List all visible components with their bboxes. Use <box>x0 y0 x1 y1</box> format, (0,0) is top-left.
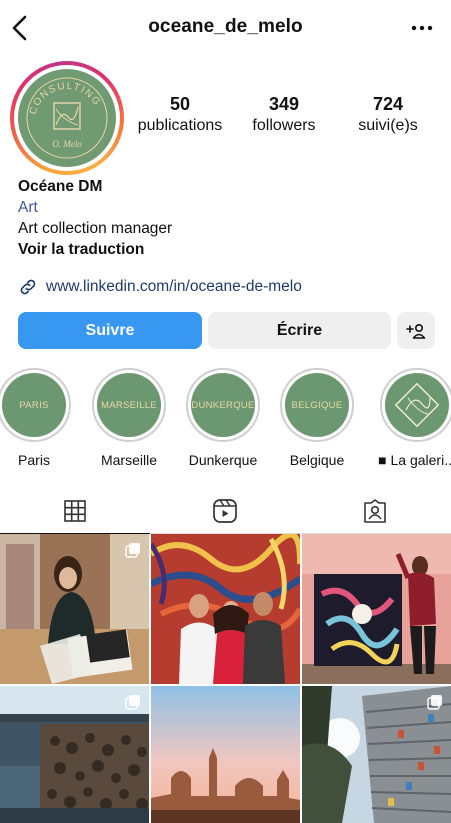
message-button[interactable]: Écrire <box>208 312 391 349</box>
post-thumbnail[interactable] <box>302 534 451 684</box>
profile-tabs <box>0 488 451 534</box>
post-thumbnail[interactable] <box>0 534 149 684</box>
stat-following[interactable]: 724 suivi(e)s <box>348 94 428 135</box>
see-translation-link[interactable]: Voir la traduction <box>18 239 172 260</box>
highlight-label: Belgique <box>289 452 345 468</box>
highlight-cover <box>385 373 449 437</box>
stat-followers-count: 349 <box>268 94 300 114</box>
stat-publications-label: publications <box>137 117 223 134</box>
top-bar: oceane_de_melo <box>0 0 451 56</box>
profile-link[interactable]: www.linkedin.com/in/oceane-de-melo <box>18 277 302 297</box>
multiple-posts-icon <box>427 695 442 710</box>
stat-followers[interactable]: 349 followers <box>243 94 325 135</box>
post-thumbnail[interactable] <box>0 686 149 823</box>
highlight-dunkerque[interactable]: DUNKERQUE Dunkerque <box>183 368 263 468</box>
follow-button[interactable]: Suivre <box>18 312 202 349</box>
highlight-belgique[interactable]: BELGIQUE Belgique <box>277 368 357 468</box>
profile-bio: Océane DM Art Art collection manager Voi… <box>18 176 172 260</box>
highlight-cover: MARSEILLE <box>97 373 161 437</box>
highlight-label: Paris <box>18 452 50 468</box>
suggested-users-button[interactable] <box>397 312 435 349</box>
avatar-logo: CONSULTING O. Melo <box>26 77 108 159</box>
add-user-icon <box>406 323 426 339</box>
link-icon <box>20 279 36 295</box>
post-image <box>151 534 300 684</box>
stat-following-count: 724 <box>372 94 404 114</box>
post-image <box>302 534 451 684</box>
highlight-label: ■ La galeri... <box>378 452 451 468</box>
tab-tagged[interactable] <box>300 488 450 534</box>
tab-posts[interactable] <box>0 488 150 534</box>
profile-username: oceane_de_melo <box>148 16 303 37</box>
profile-bio-text: Art collection manager <box>18 220 173 237</box>
post-thumbnail[interactable] <box>151 686 300 823</box>
highlight-label: Dunkerque <box>188 452 258 468</box>
profile-name: Océane DM <box>18 178 103 195</box>
profile-link-text: www.linkedin.com/in/oceane-de-melo <box>46 278 302 295</box>
tagged-icon <box>364 499 386 523</box>
stat-publications-count: 50 <box>169 94 191 114</box>
highlight-galerie[interactable]: ■ La galeri... <box>372 368 451 468</box>
post-image <box>151 686 300 823</box>
avatar-story-ring[interactable]: CONSULTING O. Melo <box>10 61 124 175</box>
stat-followers-label: followers <box>252 117 316 134</box>
highlight-paris[interactable]: PARIS Paris <box>0 368 74 468</box>
highlight-cover: PARIS <box>2 373 66 437</box>
stat-following-label: suivi(e)s <box>358 117 418 134</box>
grid-icon <box>64 499 86 522</box>
more-options-icon[interactable] <box>409 16 435 40</box>
story-highlights: PARIS Paris MARSEILLE Marseille DUNKERQU… <box>0 368 451 468</box>
multiple-posts-icon <box>125 543 140 558</box>
gallery-logo-icon <box>394 382 440 428</box>
highlight-cover: DUNKERQUE <box>191 373 255 437</box>
posts-grid <box>0 534 451 823</box>
post-thumbnail[interactable] <box>151 534 300 684</box>
reels-icon <box>213 499 237 523</box>
avatar: CONSULTING O. Melo <box>18 69 116 167</box>
avatar-text-bottom: O. Melo <box>52 139 82 149</box>
profile-category[interactable]: Art <box>18 197 172 218</box>
multiple-posts-icon <box>125 695 140 710</box>
tab-reels[interactable] <box>150 488 300 534</box>
highlight-cover: BELGIQUE <box>285 373 349 437</box>
highlight-marseille[interactable]: MARSEILLE Marseille <box>89 368 169 468</box>
stat-publications[interactable]: 50 publications <box>132 94 228 135</box>
post-thumbnail[interactable] <box>302 686 451 823</box>
highlight-label: Marseille <box>100 452 157 468</box>
